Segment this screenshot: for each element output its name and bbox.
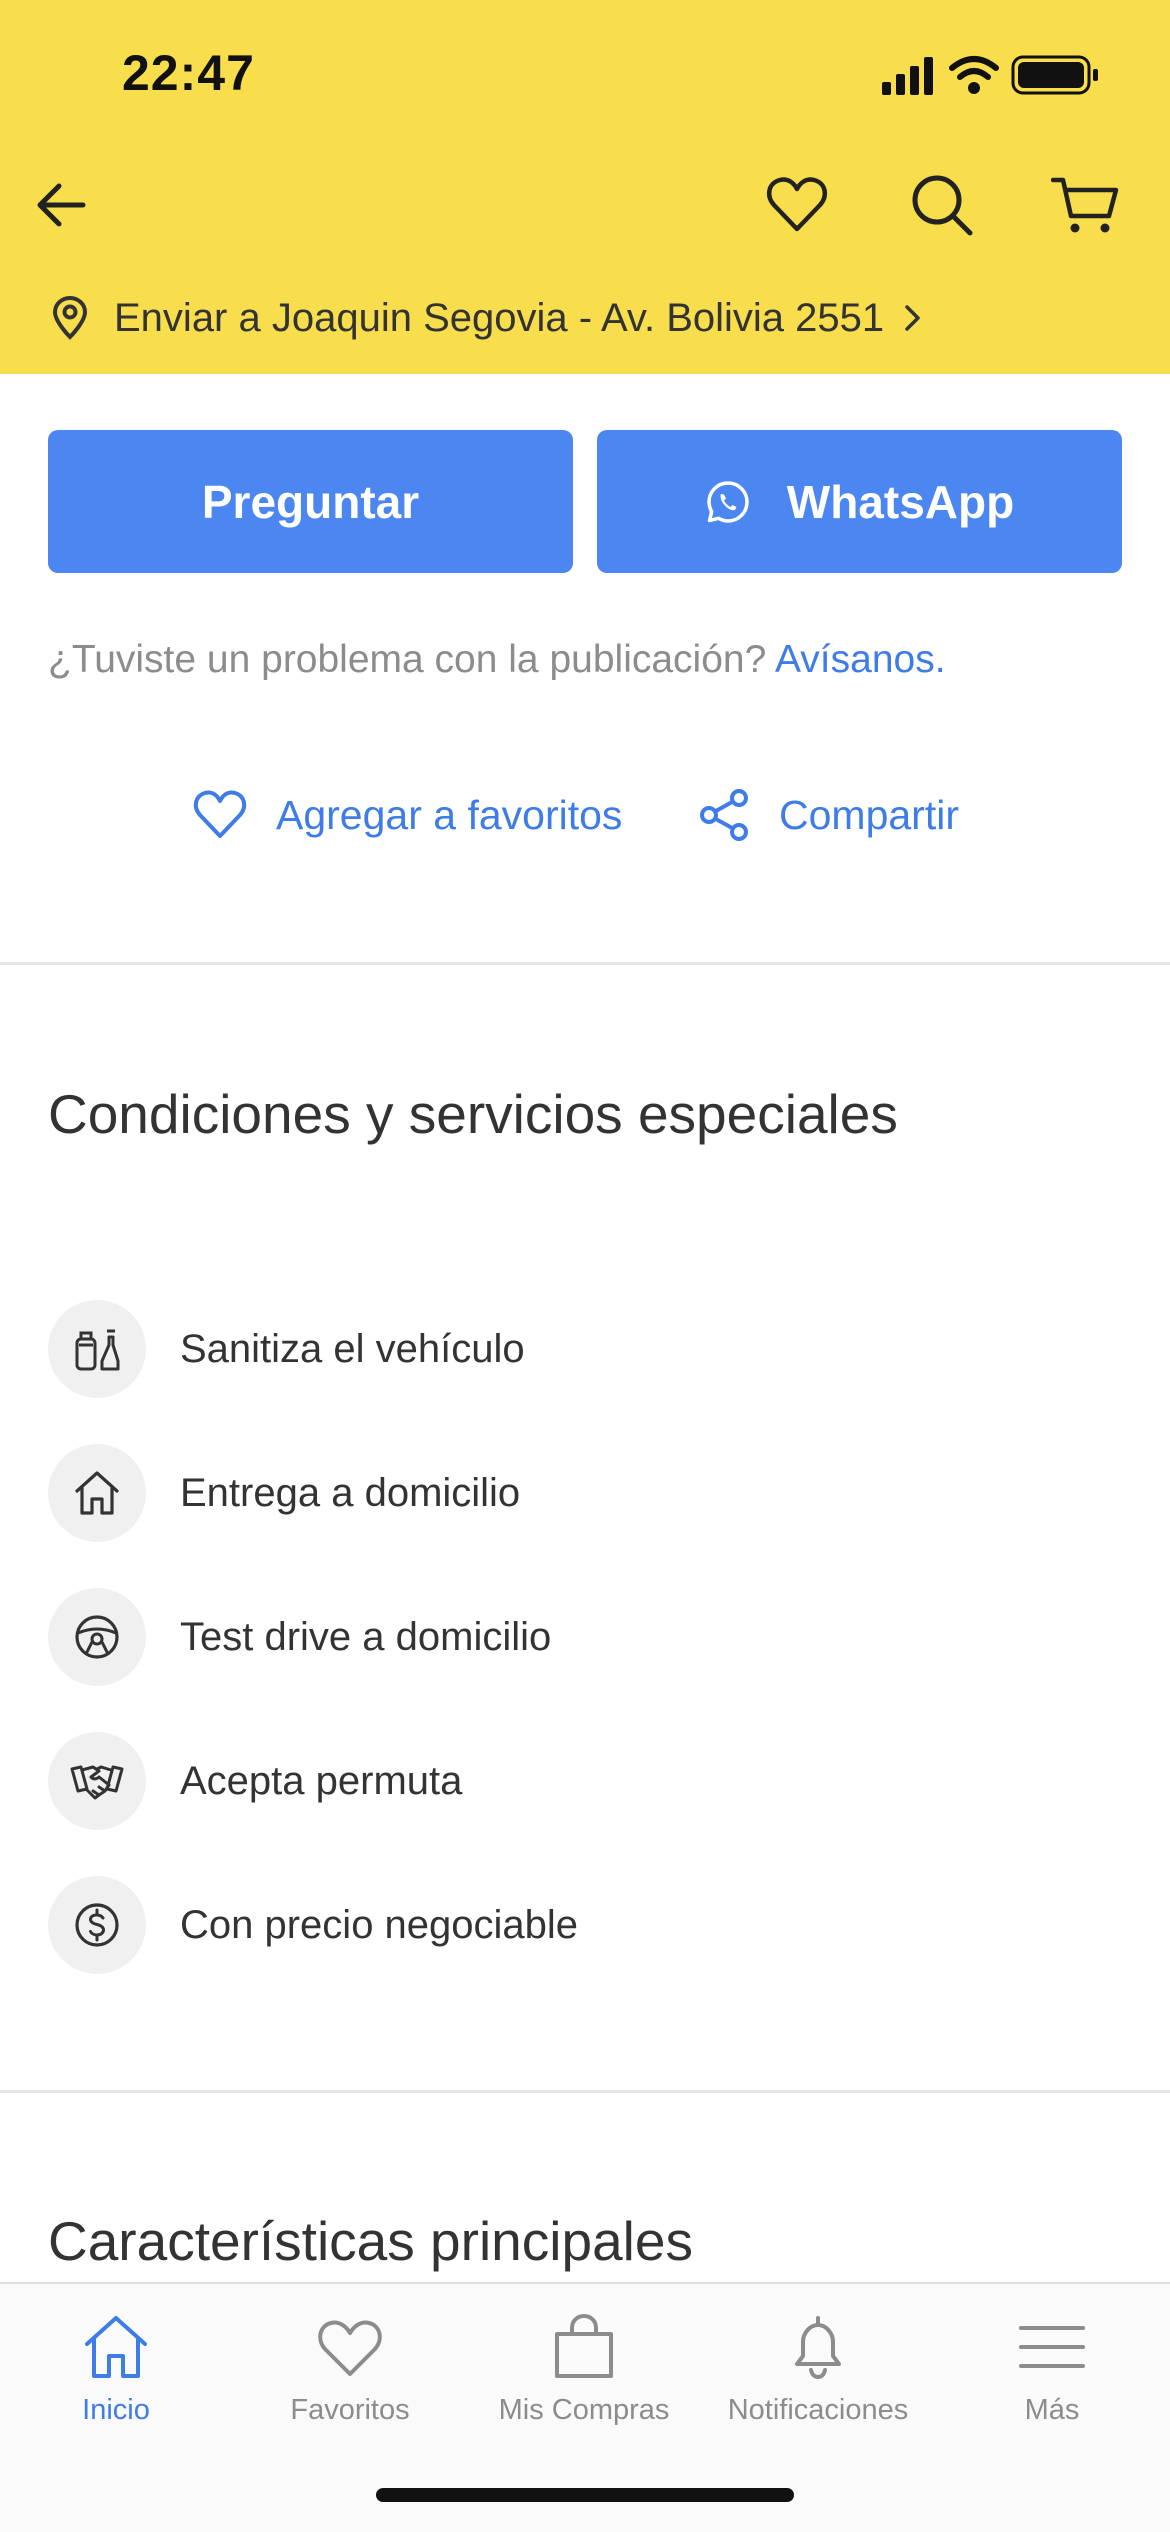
whatsapp-button[interactable]: WhatsApp [597, 430, 1122, 573]
heart-icon [193, 790, 247, 838]
condition-label: Con precio negociable [180, 1902, 579, 1947]
whatsapp-icon [707, 480, 749, 523]
condition-icon-wrap [48, 1588, 146, 1686]
conditions-title: Condiciones y servicios especiales [48, 1083, 898, 1145]
back-button[interactable] [16, 160, 106, 250]
whatsapp-button-label: WhatsApp [786, 475, 1015, 528]
cart-icon [1051, 177, 1119, 233]
home-icon [85, 2316, 147, 2378]
report-problem: ¿Tuviste un problema con la publicación?… [48, 638, 946, 682]
tab-inicio[interactable]: Inicio [1, 2312, 231, 2442]
condition-item: Acepta permuta [48, 1731, 1122, 1831]
report-problem-text: ¿Tuviste un problema con la publicación? [48, 638, 767, 681]
cart-button[interactable] [1040, 160, 1130, 250]
divider [0, 2090, 1170, 2093]
condition-label: Test drive a domicilio [180, 1614, 552, 1659]
heart-icon [318, 2320, 382, 2376]
home-icon [75, 1471, 119, 1515]
chevron-right-icon [905, 305, 920, 331]
condition-icon-wrap [48, 1300, 146, 1398]
tab-mis-compras[interactable]: Mis Compras [469, 2312, 699, 2442]
condition-icon-wrap [48, 1444, 146, 1542]
handshake-icon [70, 1765, 124, 1800]
heart-icon [766, 177, 828, 232]
condition-item: Sanitiza el vehículo [48, 1299, 1122, 1399]
status-time: 22:47 [122, 45, 255, 101]
condition-label: Entrega a domicilio [180, 1470, 521, 1515]
condition-item: Test drive a domicilio [48, 1587, 1122, 1687]
address-text: Enviar a Joaquin Segovia - Av. Bolivia 2… [114, 295, 885, 340]
condition-item: Entrega a domicilio [48, 1443, 1122, 1543]
shipping-address[interactable]: Enviar a Joaquin Segovia - Av. Bolivia 2… [48, 288, 928, 348]
share-icon [700, 789, 748, 841]
ask-button[interactable]: Preguntar [48, 430, 573, 573]
tab-label: Favoritos [290, 2394, 410, 2426]
condition-item: Con precio negociable [48, 1875, 1122, 1975]
main-features-title: Características principales [48, 2210, 693, 2272]
divider [0, 962, 1170, 965]
status-icons [870, 52, 1170, 102]
tab-label: Más [1024, 2394, 1080, 2426]
tab-notificaciones[interactable]: Notificaciones [703, 2312, 933, 2442]
share-button[interactable]: Compartir [697, 780, 959, 850]
location-pin-icon [52, 296, 88, 340]
nav-row [0, 160, 1170, 250]
bag-icon [555, 2313, 613, 2378]
tab-label: Notificaciones [727, 2394, 909, 2426]
app-header: 22:47 Enviar a Joaquin Segovia - Av. Bol… [0, 0, 1170, 374]
tab-label: Mis Compras [498, 2394, 670, 2426]
signal-wifi-battery-icon [882, 55, 1098, 95]
condition-icon-wrap [48, 1876, 146, 1974]
steering-wheel-icon [75, 1615, 119, 1659]
menu-icon [1019, 2326, 1085, 2368]
dollar-icon [75, 1903, 119, 1947]
condition-icon-wrap [48, 1732, 146, 1830]
add-to-favorites-button[interactable]: Agregar a favoritos [192, 780, 622, 850]
favorite-header-button[interactable] [752, 160, 842, 250]
condition-label: Acepta permuta [180, 1758, 463, 1803]
tab-label: Inicio [82, 2394, 150, 2426]
tab-favoritos[interactable]: Favoritos [235, 2312, 465, 2442]
sanitize-icon [75, 1329, 120, 1371]
ask-button-label: Preguntar [201, 475, 420, 528]
add-to-favorites-label: Agregar a favoritos [276, 791, 623, 838]
back-arrow-icon [37, 183, 86, 227]
tab-mas[interactable]: Más [937, 2312, 1167, 2442]
condition-label: Sanitiza el vehículo [180, 1326, 525, 1371]
share-label: Compartir [779, 791, 959, 838]
report-problem-link[interactable]: Avísanos. [775, 638, 946, 681]
search-icon [912, 175, 973, 236]
home-indicator [376, 2488, 794, 2502]
search-button[interactable] [897, 160, 987, 250]
secondary-actions: Agregar a favoritos Compartir [0, 780, 1170, 850]
bell-icon [795, 2316, 841, 2380]
